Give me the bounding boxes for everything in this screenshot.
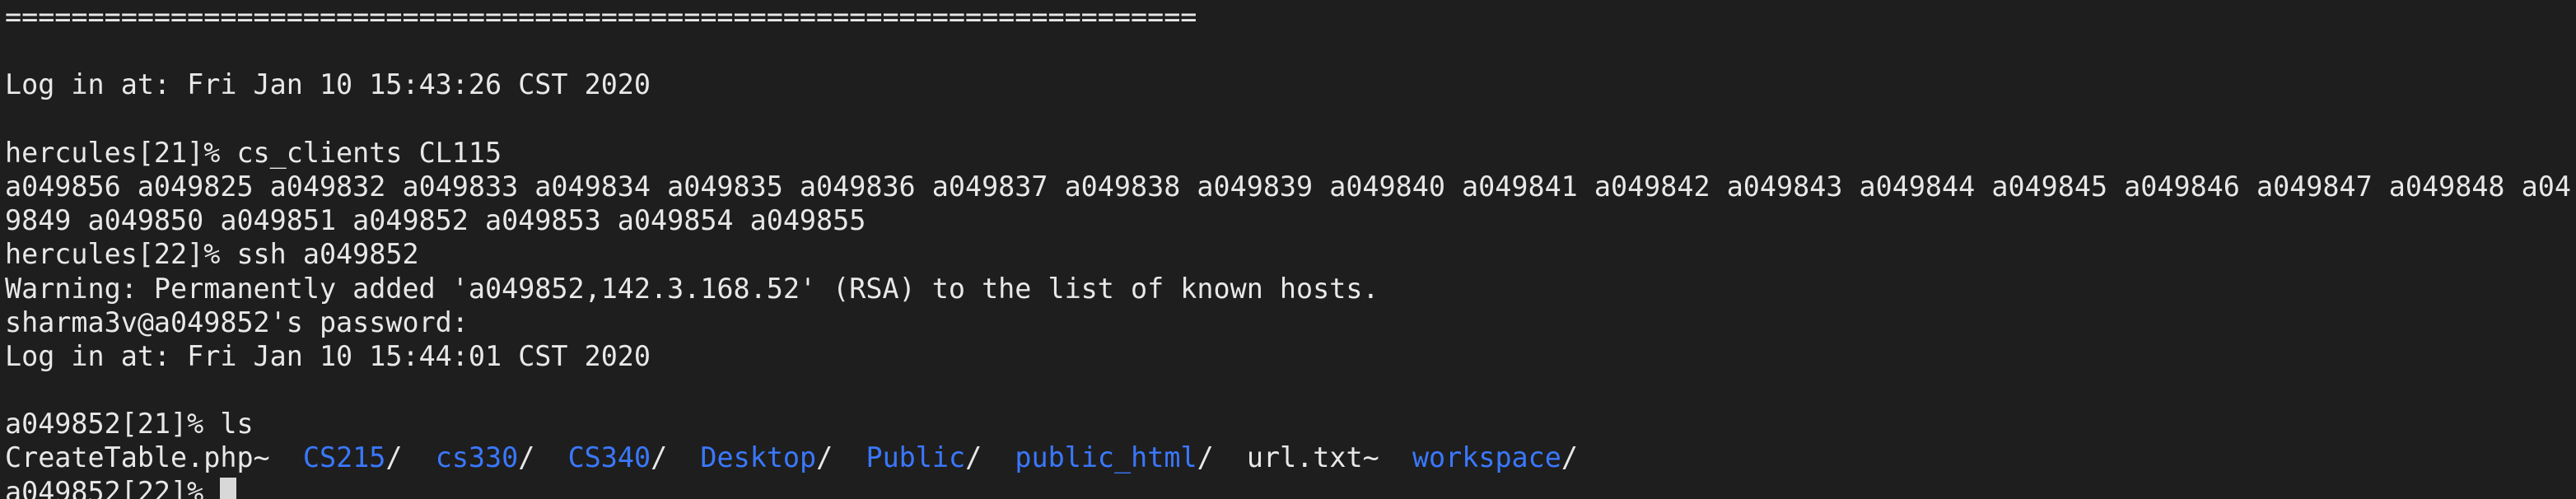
ls-entry-file: url.txt~: [1247, 441, 1379, 473]
ls-entry-suffix: /: [965, 441, 982, 474]
ls-entry-name: CreateTable.php~: [5, 441, 270, 474]
ls-entry-name: Public: [866, 441, 966, 474]
ls-entry-suffix: /: [518, 441, 535, 474]
separator-line: ========================================…: [5, 1, 1197, 33]
ls-entry-file: CreateTable.php~: [5, 441, 270, 473]
command-line: hercules[22]% ssh a049852: [5, 238, 419, 271]
ls-entry-name: cs330: [435, 441, 519, 474]
ls-entry-name: url.txt~: [1246, 441, 1379, 474]
ls-entry-suffix: /: [651, 441, 668, 474]
ls-entry-directory: Desktop/: [700, 441, 833, 473]
ls-entry-directory: Public/: [866, 441, 982, 473]
output-line: 9849 a049850 a049851 a049852 a049853 a04…: [5, 204, 866, 237]
text-cursor[interactable]: [220, 477, 237, 499]
ls-entry-suffix: /: [385, 441, 403, 474]
ls-entry-directory: CS340/: [568, 441, 668, 473]
ls-entry-directory: workspace/: [1412, 441, 1578, 473]
terminal-window[interactable]: ========================================…: [5, 0, 2571, 499]
command-line: hercules[21]% cs_clients CL115: [5, 136, 502, 169]
ls-entry-suffix: /: [816, 441, 833, 474]
ls-entry-name: CS340: [567, 441, 651, 474]
active-prompt-line[interactable]: a049852[22]%: [5, 475, 2571, 499]
warning-message: Warning: Permanently added 'a049852,142.…: [5, 272, 1379, 305]
ls-entry-name: CS215: [302, 441, 386, 474]
ls-entry-name: public_html: [1015, 441, 1197, 474]
login-message: Log in at: Fri Jan 10 15:43:26 CST 2020: [5, 68, 651, 101]
ls-entry-name: workspace: [1412, 441, 1561, 474]
ls-entry-name: Desktop: [700, 441, 817, 474]
ls-entry-suffix: /: [1197, 441, 1214, 474]
password-prompt: sharma3v@a049852's password:: [5, 305, 469, 338]
output-line: a049856 a049825 a049832 a049833 a049834 …: [5, 170, 2571, 203]
ls-entry-suffix: /: [1561, 441, 1578, 474]
ls-entry-directory: cs330/: [436, 441, 535, 473]
ls-output: CreateTable.php~ CS215/ cs330/ CS340/ De…: [5, 441, 2571, 474]
shell-prompt: a049852[22]%: [5, 475, 221, 499]
command-line: a049852[21]% ls: [5, 408, 254, 441]
login-message: Log in at: Fri Jan 10 15:44:01 CST 2020: [5, 339, 651, 372]
ls-entry-directory: public_html/: [1015, 441, 1213, 473]
ls-entry-directory: CS215/: [303, 441, 403, 473]
